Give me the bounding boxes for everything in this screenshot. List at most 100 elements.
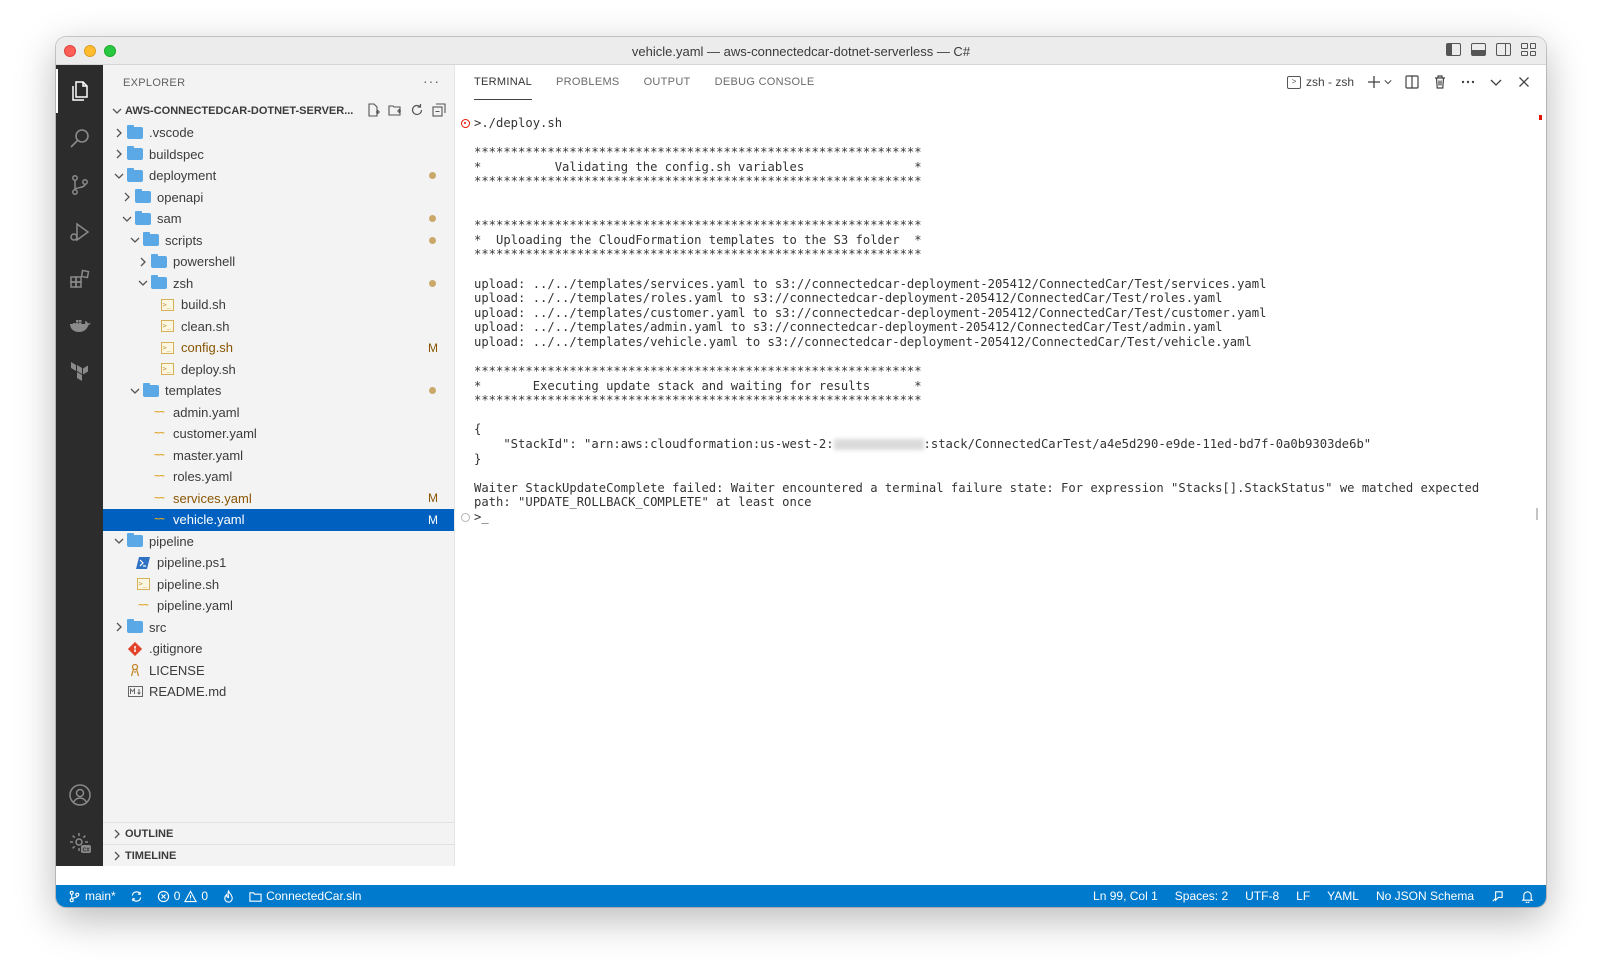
collapse-all-icon[interactable] bbox=[432, 103, 446, 117]
file-item[interactable]: README.md bbox=[103, 681, 454, 703]
file-item[interactable]: .gitignore bbox=[103, 638, 454, 660]
project-root[interactable]: AWS-CONNECTEDCAR-DOTNET-SERVER... bbox=[103, 100, 454, 122]
file-item[interactable]: >_ pipeline.sh bbox=[103, 574, 454, 596]
outline-section[interactable]: OUTLINE bbox=[103, 822, 454, 844]
terminal-output[interactable]: >./deploy.sh ****************************… bbox=[461, 116, 1526, 525]
terminal-line: ****************************************… bbox=[474, 393, 1526, 408]
explorer-icon[interactable] bbox=[56, 69, 103, 113]
yaml-file-icon: ~~ bbox=[154, 406, 165, 418]
folder-item[interactable]: buildspec bbox=[103, 144, 454, 166]
manage-gear-icon[interactable]: C# bbox=[56, 821, 103, 865]
file-item[interactable]: ~~ master.yaml bbox=[103, 445, 454, 467]
git-branch-icon bbox=[69, 890, 80, 902]
folder-icon bbox=[127, 146, 143, 162]
toggle-primary-sidebar-icon[interactable] bbox=[1446, 43, 1461, 56]
indentation[interactable]: Spaces: 2 bbox=[1175, 889, 1228, 903]
cursor-position[interactable]: Ln 99, Col 1 bbox=[1093, 889, 1158, 903]
folder-item[interactable]: zsh bbox=[103, 273, 454, 295]
source-control-icon[interactable] bbox=[56, 163, 103, 207]
file-item[interactable]: ~~ vehicle.yaml M bbox=[103, 509, 454, 531]
folder-icon bbox=[127, 167, 143, 184]
file-item[interactable]: ~~ customer.yaml bbox=[103, 423, 454, 445]
notifications-bell-icon[interactable] bbox=[1521, 890, 1534, 903]
docker-icon[interactable] bbox=[56, 304, 103, 348]
more-actions-button[interactable]: ··· bbox=[423, 73, 440, 89]
file-item[interactable]: >_ deploy.sh bbox=[103, 359, 454, 381]
new-folder-icon[interactable] bbox=[388, 103, 402, 117]
problems-status[interactable]: 0 0 bbox=[157, 889, 208, 903]
terminal-scrollbar[interactable] bbox=[1536, 508, 1538, 520]
bottom-panel: TERMINAL PROBLEMS OUTPUT DEBUG CONSOLE >… bbox=[456, 65, 1546, 866]
file-item[interactable]: LICENSE bbox=[103, 660, 454, 682]
command-decoration-icon[interactable] bbox=[461, 513, 470, 523]
toggle-secondary-sidebar-icon[interactable] bbox=[1496, 43, 1511, 56]
customize-layout-icon[interactable] bbox=[1521, 43, 1536, 56]
tree-item-label: .vscode bbox=[149, 125, 194, 141]
solution-status[interactable]: ConnectedCar.sln bbox=[249, 889, 361, 903]
shell-file-icon: >_ bbox=[159, 297, 175, 313]
folder-item[interactable]: powershell bbox=[103, 251, 454, 273]
close-panel-icon[interactable] bbox=[1516, 74, 1532, 90]
toggle-panel-icon[interactable] bbox=[1471, 43, 1486, 56]
flame-icon[interactable] bbox=[222, 889, 235, 903]
chevron-down-icon bbox=[111, 533, 127, 549]
folder-item[interactable]: pipeline bbox=[103, 531, 454, 553]
redacted-account-id bbox=[833, 439, 924, 451]
run-and-debug-icon[interactable] bbox=[56, 210, 103, 254]
terraform-icon[interactable] bbox=[56, 351, 103, 395]
accounts-icon[interactable] bbox=[56, 773, 103, 817]
yaml-file-icon: ~~ bbox=[154, 514, 165, 526]
maximize-panel-chevron-icon[interactable] bbox=[1488, 74, 1504, 90]
file-item[interactable]: ~~ roles.yaml bbox=[103, 466, 454, 488]
tab-terminal[interactable]: TERMINAL bbox=[474, 65, 533, 100]
folder-icon bbox=[127, 533, 143, 549]
terminal-text: ****************************************… bbox=[474, 393, 922, 408]
chevron-down-icon[interactable] bbox=[1384, 74, 1392, 90]
git-modified-badge: M bbox=[428, 512, 438, 527]
file-item[interactable]: >_ config.sh M bbox=[103, 337, 454, 359]
json-schema[interactable]: No JSON Schema bbox=[1376, 889, 1474, 903]
extensions-icon[interactable] bbox=[56, 257, 103, 301]
folder-item[interactable]: src bbox=[103, 617, 454, 639]
sync-icon[interactable] bbox=[130, 890, 143, 903]
refresh-icon[interactable] bbox=[410, 103, 424, 117]
file-item[interactable]: pipeline.ps1 bbox=[103, 552, 454, 574]
end-of-line[interactable]: LF bbox=[1296, 889, 1310, 903]
chevron-down-icon bbox=[135, 275, 151, 291]
kill-terminal-trash-icon[interactable] bbox=[1432, 74, 1448, 90]
file-item[interactable]: ~~ pipeline.yaml bbox=[103, 595, 454, 617]
terminal-line: ****************************************… bbox=[474, 364, 1526, 379]
tab-debug-console[interactable]: DEBUG CONSOLE bbox=[715, 65, 815, 100]
more-actions-icon[interactable] bbox=[1460, 74, 1476, 90]
folder-item[interactable]: scripts bbox=[103, 230, 454, 252]
feedback-icon[interactable] bbox=[1491, 890, 1504, 903]
split-terminal-icon[interactable] bbox=[1404, 74, 1420, 90]
file-item[interactable]: >_ clean.sh bbox=[103, 316, 454, 338]
folder-item[interactable]: openapi bbox=[103, 187, 454, 209]
folder-item[interactable]: deployment bbox=[103, 165, 454, 187]
timeline-section[interactable]: TIMELINE bbox=[103, 844, 454, 866]
terminal-line: * Uploading the CloudFormation templates… bbox=[474, 233, 1526, 248]
file-item[interactable]: >_ build.sh bbox=[103, 294, 454, 316]
file-item[interactable]: ~~ admin.yaml bbox=[103, 402, 454, 424]
powershell-file-icon bbox=[135, 555, 151, 571]
tree-item-label: openapi bbox=[157, 189, 204, 205]
tab-problems[interactable]: PROBLEMS bbox=[556, 65, 620, 100]
panel-tabs: TERMINAL PROBLEMS OUTPUT DEBUG CONSOLE >… bbox=[456, 65, 1546, 100]
new-file-icon[interactable] bbox=[366, 103, 380, 117]
file-item[interactable]: ~~ services.yaml M bbox=[103, 488, 454, 510]
git-branch-status[interactable]: main* bbox=[68, 889, 116, 903]
command-failed-icon[interactable] bbox=[461, 119, 470, 128]
folder-item[interactable]: sam bbox=[103, 208, 454, 230]
folder-item[interactable]: .vscode bbox=[103, 122, 454, 144]
search-icon[interactable] bbox=[56, 116, 103, 160]
language-mode[interactable]: YAML bbox=[1327, 889, 1359, 903]
folder-item[interactable]: templates bbox=[103, 380, 454, 402]
terminal-selector[interactable]: > zsh - zsh bbox=[1286, 75, 1354, 89]
warning-icon bbox=[184, 889, 198, 902]
new-terminal-icon[interactable] bbox=[1366, 74, 1382, 90]
encoding[interactable]: UTF-8 bbox=[1245, 889, 1279, 903]
tab-output[interactable]: OUTPUT bbox=[644, 65, 691, 100]
